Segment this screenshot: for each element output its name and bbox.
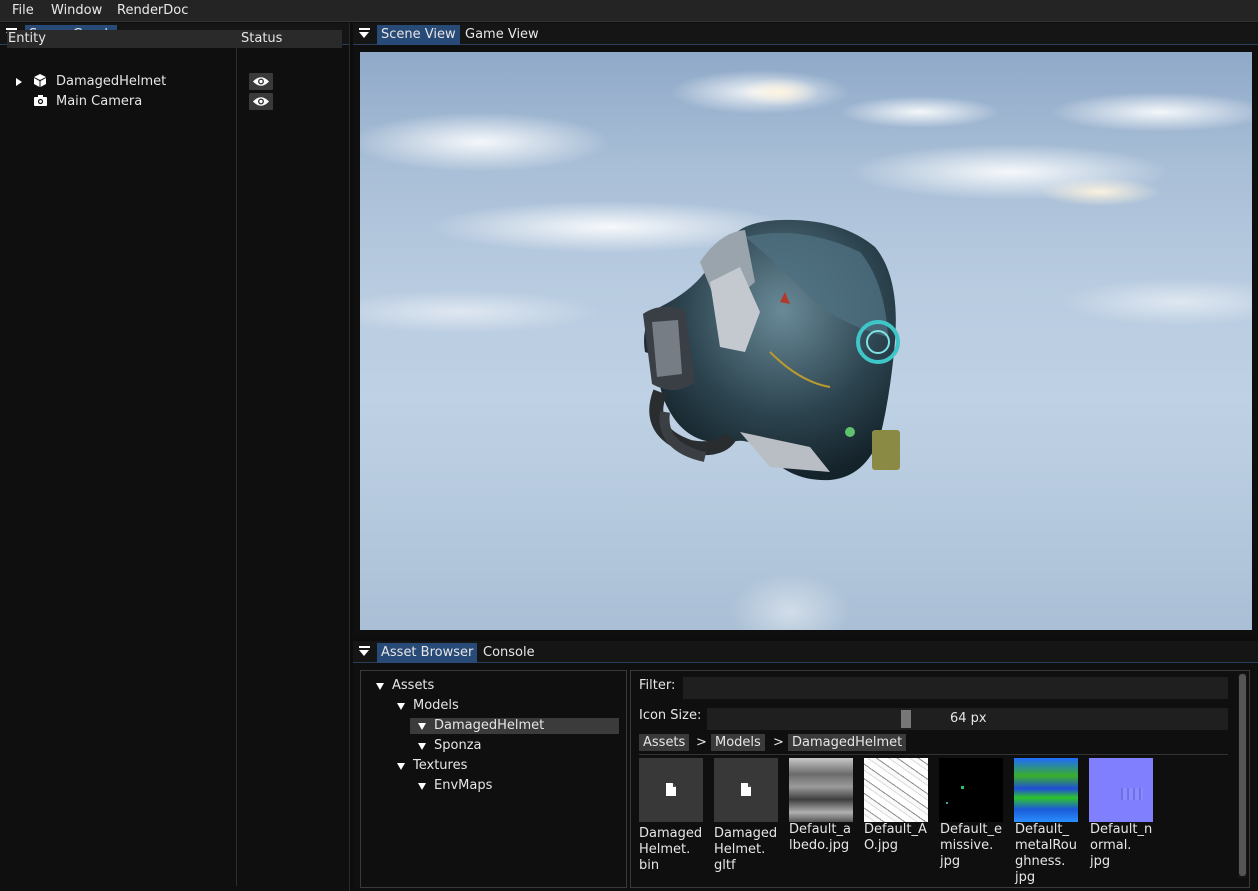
breadcrumb-separator: > [696, 735, 707, 750]
asset-label: Default_e missive. jpg [940, 822, 1002, 869]
sky-and-helmet-render [360, 70, 1252, 630]
eye-icon [253, 77, 269, 86]
tab-game-view[interactable]: Game View [461, 25, 543, 45]
breadcrumb-models[interactable]: Models [711, 734, 765, 751]
expand-arrow-icon[interactable] [397, 703, 405, 710]
entity-row-main-camera[interactable]: Main Camera [7, 92, 342, 112]
albedo-thumbnail[interactable] [789, 758, 853, 822]
divider [639, 754, 1228, 755]
tree-label: Models [413, 698, 459, 713]
visibility-toggle[interactable] [249, 93, 273, 110]
normal-detail [1121, 788, 1143, 800]
column-entity: Entity [8, 31, 46, 46]
menu-window[interactable]: Window [51, 3, 102, 18]
tree-label: Sponza [434, 738, 482, 753]
asset-scrollbar-thumb[interactable] [1239, 674, 1246, 876]
metal-roughness-thumbnail[interactable] [1014, 758, 1078, 822]
asset-label: Damaged Helmet. gltf [714, 826, 778, 873]
asset-label: Damaged Helmet. bin [639, 826, 703, 873]
expand-arrow-icon[interactable] [418, 743, 426, 750]
eye-icon [253, 97, 269, 106]
tree-label: DamagedHelmet [434, 718, 545, 733]
filter-label: Filter: [639, 678, 676, 693]
camera-icon [34, 95, 47, 106]
emissive-dot [946, 802, 948, 804]
asset-browser-tabbar: Asset Browser Console [353, 641, 1258, 663]
emissive-dot [961, 786, 964, 789]
tree-label: EnvMaps [434, 778, 493, 793]
asset-tile-gltf[interactable] [714, 758, 778, 822]
expand-arrow-icon[interactable] [397, 763, 405, 770]
tab-console[interactable]: Console [479, 643, 539, 663]
column-status: Status [241, 31, 283, 46]
menu-bar: File Window RenderDoc [0, 0, 1258, 22]
tree-label: Textures [413, 758, 468, 773]
menu-renderdoc[interactable]: RenderDoc [117, 3, 188, 18]
scene-graph-header: Entity Status [7, 30, 342, 48]
visibility-toggle[interactable] [249, 73, 273, 90]
collapse-menu-icon[interactable] [359, 28, 371, 40]
emissive-thumbnail[interactable] [939, 758, 1003, 822]
entity-row-damagedhelmet[interactable]: DamagedHelmet [7, 72, 342, 92]
menu-file[interactable]: File [12, 3, 34, 18]
collapse-menu-icon[interactable] [359, 646, 371, 658]
scene-graph-panel: Scene Graph [0, 23, 350, 891]
asset-label: Default_ metalRou ghness. jpg [1015, 822, 1077, 885]
scene-viewport[interactable] [360, 52, 1252, 630]
cube-icon [34, 74, 46, 87]
filter-input[interactable] [683, 677, 1228, 699]
slider-grab-handle[interactable] [901, 710, 911, 728]
asset-tile-bin[interactable] [639, 758, 703, 822]
asset-label: Default_A O.jpg [864, 822, 927, 853]
icon-size-slider[interactable]: 64 px [707, 708, 1228, 730]
asset-label: Default_a lbedo.jpg [789, 822, 851, 853]
breadcrumb-assets[interactable]: Assets [639, 734, 690, 751]
expand-arrow-icon[interactable] [418, 723, 426, 730]
ao-thumbnail[interactable] [864, 758, 928, 822]
tab-asset-browser[interactable]: Asset Browser [377, 643, 478, 663]
breadcrumb-separator: > [773, 735, 784, 750]
icon-size-value: 64 px [950, 711, 987, 726]
viewport-tabbar: Scene View Game View [353, 23, 1258, 45]
tab-scene-view[interactable]: Scene View [377, 25, 460, 45]
expand-arrow-icon[interactable] [16, 78, 22, 86]
entity-label: DamagedHelmet [56, 74, 167, 89]
file-icon [666, 783, 676, 796]
normal-thumbnail[interactable] [1089, 758, 1153, 822]
entity-label: Main Camera [56, 94, 143, 109]
expand-arrow-icon[interactable] [418, 783, 426, 790]
file-icon [741, 783, 751, 796]
column-divider [236, 48, 237, 886]
icon-size-label: Icon Size: [639, 708, 702, 723]
tree-label: Assets [392, 678, 435, 693]
expand-arrow-icon[interactable] [376, 683, 384, 690]
breadcrumb-damagedhelmet[interactable]: DamagedHelmet [788, 734, 907, 751]
asset-label: Default_n ormal. jpg [1090, 822, 1153, 869]
